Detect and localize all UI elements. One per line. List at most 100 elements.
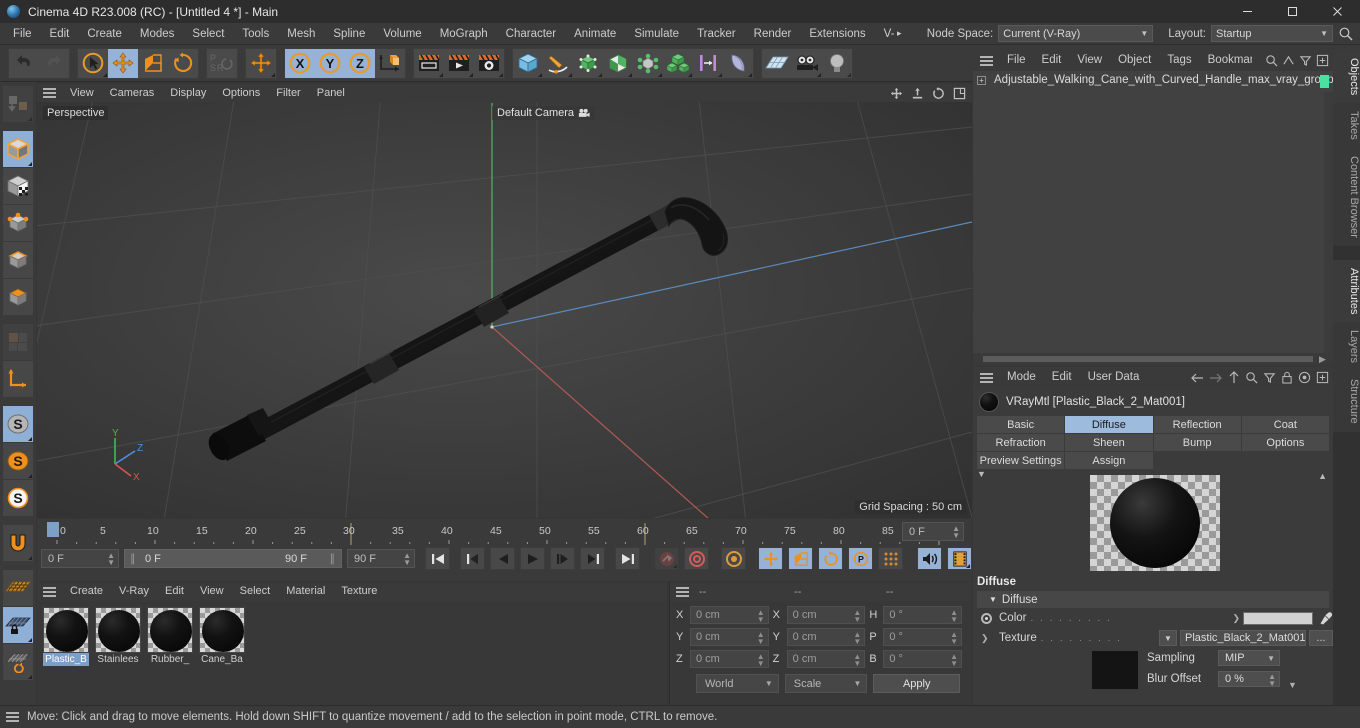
spinner-icon[interactable]: ▲ ▼: [757, 653, 765, 668]
material-name[interactable]: Cane_Ba: [199, 653, 245, 666]
scale-key-button[interactable]: [788, 547, 813, 570]
object-menu-tags[interactable]: Tags: [1159, 50, 1199, 71]
spinner-icon[interactable]: ▲ ▼: [950, 653, 958, 668]
object-menu-bookmarks[interactable]: Bookmarks: [1200, 50, 1252, 71]
attribute-hamburger-icon[interactable]: [980, 372, 993, 383]
chevron-right-icon[interactable]: ▶: [1319, 354, 1326, 365]
menu-modes[interactable]: Modes: [131, 23, 184, 45]
object-tag-badge[interactable]: [1320, 75, 1329, 88]
go-to-previous-key-button[interactable]: [460, 547, 485, 570]
tab-assign[interactable]: Assign: [1065, 452, 1153, 469]
coordinates-hamburger-icon[interactable]: [676, 586, 689, 597]
redo-button[interactable]: [39, 48, 69, 78]
tab-sheen[interactable]: Sheen: [1065, 434, 1153, 451]
menu-tools[interactable]: Tools: [233, 23, 278, 45]
expand-chevron-icon[interactable]: ❯: [981, 633, 992, 644]
point-mode-button[interactable]: [3, 205, 33, 241]
object-axis-button[interactable]: [246, 48, 276, 78]
lock-icon[interactable]: [1281, 371, 1293, 384]
coordinate-mode-dropdown[interactable]: Scale ▼: [784, 674, 868, 693]
menu-overflow-arrow-icon[interactable]: ▸: [894, 28, 905, 39]
rotation-p-field[interactable]: 0 ° ▲ ▼: [883, 628, 963, 646]
target-icon[interactable]: [1298, 371, 1311, 384]
spinner-icon[interactable]: ▲ ▼: [952, 525, 960, 540]
maximize-button[interactable]: [1270, 0, 1315, 23]
object-name[interactable]: Adjustable_Walking_Cane_with_Curved_Hand…: [994, 74, 1334, 86]
vtab-objects[interactable]: Objects: [1333, 50, 1360, 104]
autokeying-button[interactable]: [684, 547, 709, 570]
render-picture-viewer-button[interactable]: [444, 48, 474, 78]
tab-options[interactable]: Options: [1241, 434, 1329, 451]
status-hamburger-icon[interactable]: [6, 712, 19, 722]
attribute-menu-mode[interactable]: Mode: [999, 367, 1044, 388]
add-effector-button[interactable]: [693, 48, 723, 78]
lock-workplane-button[interactable]: [3, 607, 33, 643]
menu-vray[interactable]: V-Ray: [875, 23, 894, 45]
viewport-menu-panel[interactable]: Panel: [309, 84, 353, 102]
material-menu-edit[interactable]: Edit: [157, 582, 192, 601]
coordinate-system-button[interactable]: [375, 48, 405, 78]
tab-coat[interactable]: Coat: [1241, 416, 1329, 433]
lock-y-axis-button[interactable]: Y: [315, 48, 345, 78]
object-menu-view[interactable]: View: [1069, 50, 1110, 71]
spinner-icon[interactable]: ▲ ▼: [853, 609, 861, 624]
viewport-menu-view[interactable]: View: [62, 84, 102, 102]
menu-character[interactable]: Character: [497, 23, 566, 45]
material-menu-material[interactable]: Material: [278, 582, 333, 601]
menu-mesh[interactable]: Mesh: [278, 23, 324, 45]
object-menu-object[interactable]: Object: [1110, 50, 1159, 71]
position-y-field[interactable]: 0 cm ▲ ▼: [690, 628, 769, 646]
material-preview[interactable]: [147, 607, 193, 653]
object-manager-hamburger-icon[interactable]: [980, 55, 993, 66]
vtab-takes[interactable]: Takes: [1333, 103, 1360, 149]
filter-icon[interactable]: [1263, 371, 1276, 384]
move-viewport-icon[interactable]: [890, 87, 903, 100]
search-icon[interactable]: [1245, 371, 1258, 384]
material-preview[interactable]: [43, 607, 89, 653]
render-view-button[interactable]: [414, 48, 444, 78]
add-floor-button[interactable]: [762, 48, 792, 78]
maximize-viewport-icon[interactable]: [953, 87, 966, 100]
material-preview-large[interactable]: [1090, 475, 1220, 571]
spinner-icon[interactable]: ▲ ▼: [853, 653, 861, 668]
search-icon[interactable]: [1265, 54, 1278, 67]
polygon-mode-button[interactable]: [3, 279, 33, 315]
texture-browse-button[interactable]: ...: [1309, 630, 1333, 646]
material-preview[interactable]: [95, 607, 141, 653]
rotate-tool-button[interactable]: [168, 48, 198, 78]
viewport-menu-display[interactable]: Display: [162, 84, 214, 102]
sound-button[interactable]: [917, 547, 942, 570]
undo-button[interactable]: [9, 48, 39, 78]
material-item[interactable]: Rubber_: [147, 607, 193, 666]
add-mograph-button[interactable]: [663, 48, 693, 78]
spinner-icon[interactable]: ▲ ▼: [757, 631, 765, 646]
point-level-animation-button[interactable]: [878, 547, 903, 570]
material-menu-select[interactable]: Select: [232, 582, 279, 601]
preview-range-bar[interactable]: ∥ 0 F 90 F ∥: [124, 549, 342, 568]
material-name[interactable]: Rubber_: [147, 653, 193, 666]
menu-tracker[interactable]: Tracker: [688, 23, 745, 45]
model-mode-button[interactable]: [3, 131, 33, 167]
tab-bump[interactable]: Bump: [1153, 434, 1241, 451]
chevron-right-icon[interactable]: ❯: [1232, 613, 1240, 624]
add-spline-button[interactable]: [543, 48, 573, 78]
menu-create[interactable]: Create: [78, 23, 131, 45]
chevron-up-icon[interactable]: ▲: [1318, 471, 1327, 481]
tab-basic[interactable]: Basic: [977, 416, 1065, 433]
step-forward-button[interactable]: [550, 547, 575, 570]
apply-button[interactable]: Apply: [873, 674, 961, 693]
menu-edit[interactable]: Edit: [41, 23, 79, 45]
vtab-layers[interactable]: Layers: [1333, 322, 1360, 372]
uv-mode-button[interactable]: [3, 324, 33, 360]
menu-animate[interactable]: Animate: [565, 23, 625, 45]
snap-settings-button[interactable]: S: [3, 443, 33, 479]
menu-spline[interactable]: Spline: [324, 23, 374, 45]
diffuse-group-header[interactable]: ▼ Diffuse: [977, 591, 1329, 608]
object-menu-file[interactable]: File: [999, 50, 1034, 71]
lock-z-axis-button[interactable]: Z: [345, 48, 375, 78]
go-to-next-key-button[interactable]: [580, 547, 605, 570]
viewport-menu-cameras[interactable]: Cameras: [102, 84, 163, 102]
size-z-field[interactable]: 0 cm ▲ ▼: [786, 650, 866, 668]
vtab-content-browser[interactable]: Content Browser: [1333, 148, 1360, 246]
menu-render[interactable]: Render: [745, 23, 801, 45]
